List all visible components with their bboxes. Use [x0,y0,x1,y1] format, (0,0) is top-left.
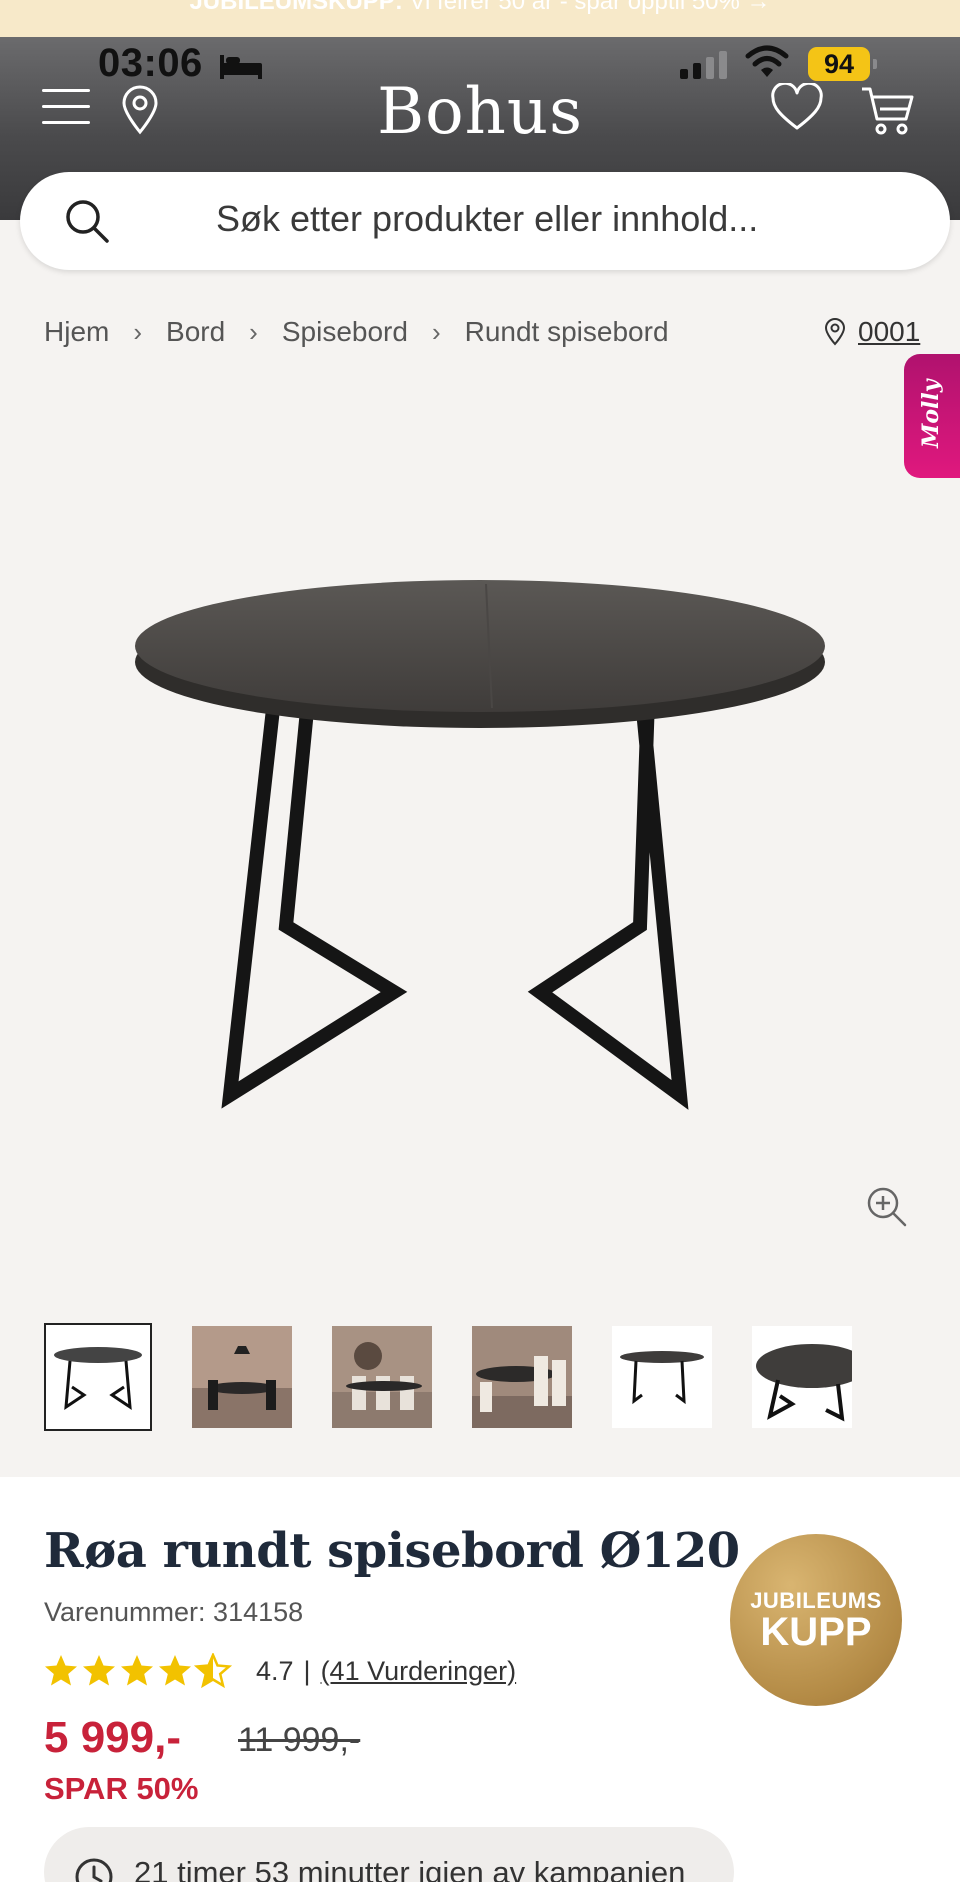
thumbnail-1[interactable] [44,1323,152,1431]
rating-separator: | [303,1655,311,1686]
thumbnail-6[interactable] [752,1326,852,1428]
chevron-right-icon: › [431,316,441,347]
campaign-timer: 21 timer 53 minutter igjen av kampanjen [44,1827,734,1882]
chevron-right-icon: › [133,316,143,347]
store-selector[interactable]: 0001 [824,316,920,348]
breadcrumb-item-spisebord[interactable]: Spisebord [282,316,408,348]
promo-bold: JUBILEUMSKUPP: [189,0,403,15]
breadcrumb-item-hjem[interactable]: Hjem [44,316,109,348]
search-icon [66,200,109,243]
thumbnail-4[interactable] [472,1326,572,1428]
badge-line-2: KUPP [760,1610,872,1654]
clock-icon [75,1858,113,1882]
thumbnail-strip [44,1323,852,1431]
thumbnail-3[interactable] [332,1326,432,1428]
search-input[interactable]: Søk etter produkter eller innhold... [20,172,950,270]
thumbnail-5[interactable] [612,1326,712,1428]
product-rating: 4.7 | (41 Vurderinger) [44,1653,516,1689]
product-sku: Varenummer: 314158 [44,1597,304,1627]
wishlist-heart-icon[interactable] [770,83,824,133]
wifi-icon [745,45,789,77]
chevron-right-icon: › [249,316,258,347]
thumbnail-2[interactable] [192,1326,292,1428]
jubileum-badge: JUBILEUMS KUPP [730,1534,902,1706]
zoom-in-icon[interactable] [866,1186,908,1228]
promo-text: Vi feirer 50 år - spar opptil 50% → [402,0,771,15]
breadcrumb-item-rundt-spisebord[interactable]: Rundt spisebord [465,316,669,348]
campaign-timer-text: 21 timer 53 minutter igjen av kampanjen [134,1855,686,1882]
product-title: Røa rundt spisebord Ø120 [44,1523,740,1579]
current-price: 5 999,- [44,1713,181,1762]
promo-banner[interactable]: JUBILEUMSKUPP: Vi feirer 50 år - spar op… [0,0,960,37]
chat-assistant-tab[interactable]: Molly [904,354,960,478]
star-rating-icon [45,1653,233,1689]
shopping-cart-icon[interactable] [860,83,916,137]
store-code: 0001 [858,316,921,347]
product-info: Røa rundt spisebord Ø120 Varenummer: 314… [0,1477,960,1882]
search-placeholder: Søk etter produkter eller innhold... [216,198,759,239]
location-pin-icon [824,318,846,346]
reviews-link[interactable]: (41 Vurderinger) [321,1656,517,1687]
savings-label: SPAR 50% [44,1771,199,1806]
breadcrumb: Hjem › Bord › Spisebord › Rundt spisebor… [44,316,669,348]
rating-value: 4.7 [256,1655,294,1686]
old-price: 11 999,- [238,1721,361,1759]
product-image[interactable] [120,570,840,1110]
breadcrumb-item-bord[interactable]: Bord [166,316,225,348]
chat-assistant-label: Molly [918,379,944,448]
